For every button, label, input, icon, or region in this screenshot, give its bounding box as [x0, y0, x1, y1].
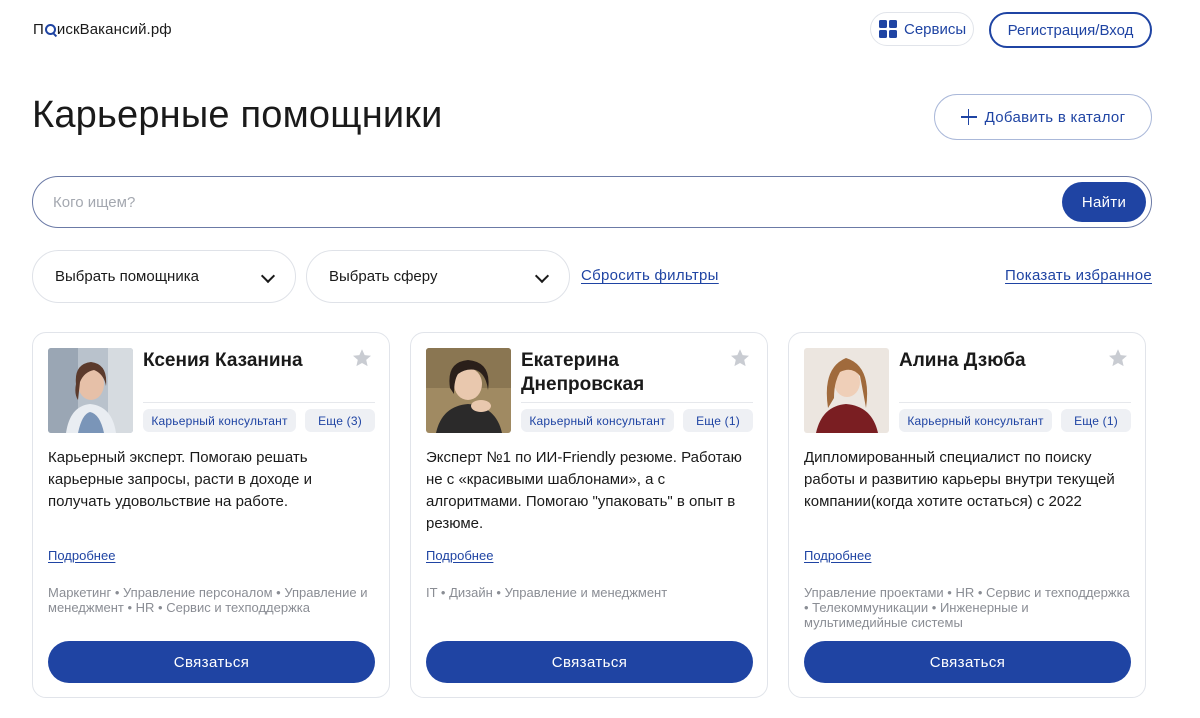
star-icon[interactable]	[1107, 347, 1129, 369]
search-button[interactable]: Найти	[1062, 182, 1146, 222]
avatar	[426, 348, 511, 433]
role-tag[interactable]: Карьерный консультант	[143, 409, 296, 432]
divider	[899, 402, 1131, 403]
assistant-card: Ксения Казанина Карьерный консультант Ещ…	[32, 332, 390, 698]
assistant-card: Алина Дзюба Карьерный консультант Еще (1…	[788, 332, 1146, 698]
chevron-down-icon	[260, 268, 276, 284]
sphere-select[interactable]: Выбрать сферу	[306, 250, 570, 303]
services-button[interactable]: Сервисы	[870, 12, 974, 46]
star-icon[interactable]	[351, 347, 373, 369]
chevron-down-icon	[534, 268, 550, 284]
services-button-label: Сервисы	[904, 20, 967, 38]
logo-magnifier-icon	[44, 24, 56, 35]
assistant-select-value: Выбрать помощника	[55, 268, 199, 285]
search-bar: Найти	[32, 176, 1152, 228]
show-favorites-link[interactable]: Показать избранное	[1005, 267, 1152, 284]
assistant-spheres: Управление проектами • HR • Сервис и тех…	[804, 585, 1130, 630]
logo-text-end: искВакансий.рф	[56, 21, 172, 38]
login-button[interactable]: Регистрация/Вход	[989, 12, 1152, 48]
role-tag[interactable]: Карьерный консультант	[521, 409, 674, 432]
contact-button[interactable]: Связаться	[48, 641, 375, 683]
avatar	[48, 348, 133, 433]
assistant-select[interactable]: Выбрать помощника	[32, 250, 296, 303]
contact-button[interactable]: Связаться	[426, 641, 753, 683]
reset-filters-link[interactable]: Сбросить фильтры	[581, 267, 719, 284]
grid-icon	[879, 20, 897, 38]
assistant-spheres: Маркетинг • Управление персоналом • Упра…	[48, 585, 368, 615]
more-tags-button[interactable]: Еще (1)	[683, 409, 753, 432]
more-tags-button[interactable]: Еще (3)	[305, 409, 375, 432]
details-link[interactable]: Подробнее	[804, 548, 871, 563]
add-to-catalog-label: Добавить в каталог	[984, 108, 1126, 126]
page-title: Карьерные помощники	[32, 94, 443, 136]
assistant-name: Ксения Казанина	[143, 350, 303, 371]
star-icon[interactable]	[729, 347, 751, 369]
role-tag[interactable]: Карьерный консультант	[899, 409, 1052, 432]
assistant-description: Карьерный эксперт. Помогаю решать карьер…	[48, 449, 312, 510]
assistant-name: Екатерина Днепровская	[521, 350, 645, 395]
contact-button[interactable]: Связаться	[804, 641, 1131, 683]
divider	[521, 402, 753, 403]
plus-icon	[960, 109, 977, 125]
add-to-catalog-button[interactable]: Добавить в каталог	[934, 94, 1152, 140]
assistant-description: Дипломированный специалист по поиску раб…	[804, 449, 1115, 510]
assistant-description: Эксперт №1 по ИИ-Friendly резюме. Работа…	[426, 449, 742, 532]
avatar	[804, 348, 889, 433]
sphere-select-value: Выбрать сферу	[329, 268, 438, 285]
search-input[interactable]	[53, 189, 1053, 215]
more-tags-button[interactable]: Еще (1)	[1061, 409, 1131, 432]
logo-text-start: П	[33, 21, 44, 38]
divider	[143, 402, 375, 403]
site-logo[interactable]: ПискВакансий.рф	[33, 21, 172, 38]
assistant-name: Алина Дзюба	[899, 350, 1026, 371]
assistant-spheres: IT • Дизайн • Управление и менеджмент	[426, 585, 668, 600]
assistant-card: Екатерина Днепровская Карьерный консульт…	[410, 332, 768, 698]
details-link[interactable]: Подробнее	[48, 548, 115, 563]
details-link[interactable]: Подробнее	[426, 548, 493, 563]
